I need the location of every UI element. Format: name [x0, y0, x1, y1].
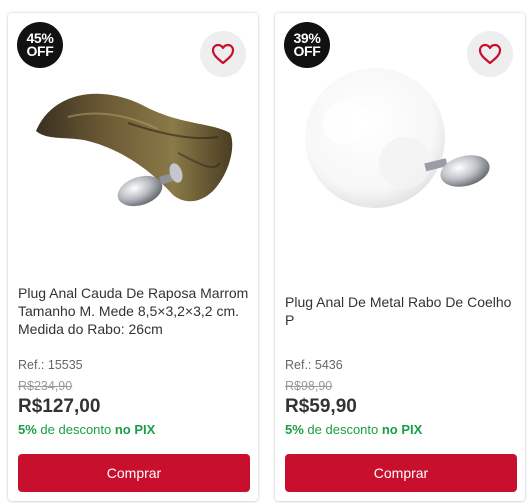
pix-percent: 5% [18, 422, 37, 437]
pix-label: no PIX [381, 422, 423, 437]
pix-text: de desconto [36, 422, 115, 437]
current-price: R$127,00 [18, 396, 101, 417]
discount-off-label: OFF [293, 43, 321, 59]
old-price: R$234,90 [18, 379, 73, 393]
discount-badge: 45% OFF [17, 22, 63, 68]
favorite-button[interactable] [200, 31, 246, 77]
pix-discount: 5% de desconto no PIX [285, 422, 422, 437]
product-title-text[interactable]: Plug Anal Cauda De Raposa Marrom Tamanho… [18, 284, 250, 338]
discount-off-label: OFF [26, 43, 54, 59]
product-ref: Ref.: 15535 [18, 358, 83, 372]
pix-percent: 5% [285, 422, 304, 437]
current-price: R$59,90 [285, 396, 357, 417]
product-grid: 45% OFF Plug Anal Cauda De Raposa Marrom… [0, 0, 528, 503]
pix-label: no PIX [114, 422, 156, 437]
pix-text: de desconto [303, 422, 382, 437]
buy-button[interactable]: Comprar [18, 454, 250, 492]
product-title-text[interactable]: Plug Anal De Metal Rabo De Coelho P [285, 293, 517, 329]
product-image[interactable]: 39% OFF [275, 13, 525, 263]
old-price: R$98,90 [285, 379, 333, 393]
product-card[interactable]: 39% OFF Plug Anal De Metal Rabo De Coelh… [275, 13, 525, 501]
product-title[interactable]: Plug Anal Cauda De Raposa Marrom Tamanho… [18, 275, 250, 347]
product-image[interactable]: 45% OFF [8, 13, 258, 263]
pix-discount: 5% de desconto no PIX [18, 422, 155, 437]
product-card[interactable]: 45% OFF Plug Anal Cauda De Raposa Marrom… [8, 13, 258, 501]
heart-outline-icon [211, 43, 235, 65]
discount-badge: 39% OFF [284, 22, 330, 68]
product-ref: Ref.: 5436 [285, 358, 343, 372]
heart-outline-icon [478, 43, 502, 65]
favorite-button[interactable] [467, 31, 513, 77]
buy-button[interactable]: Comprar [285, 454, 517, 492]
product-title[interactable]: Plug Anal De Metal Rabo De Coelho P [285, 275, 517, 347]
